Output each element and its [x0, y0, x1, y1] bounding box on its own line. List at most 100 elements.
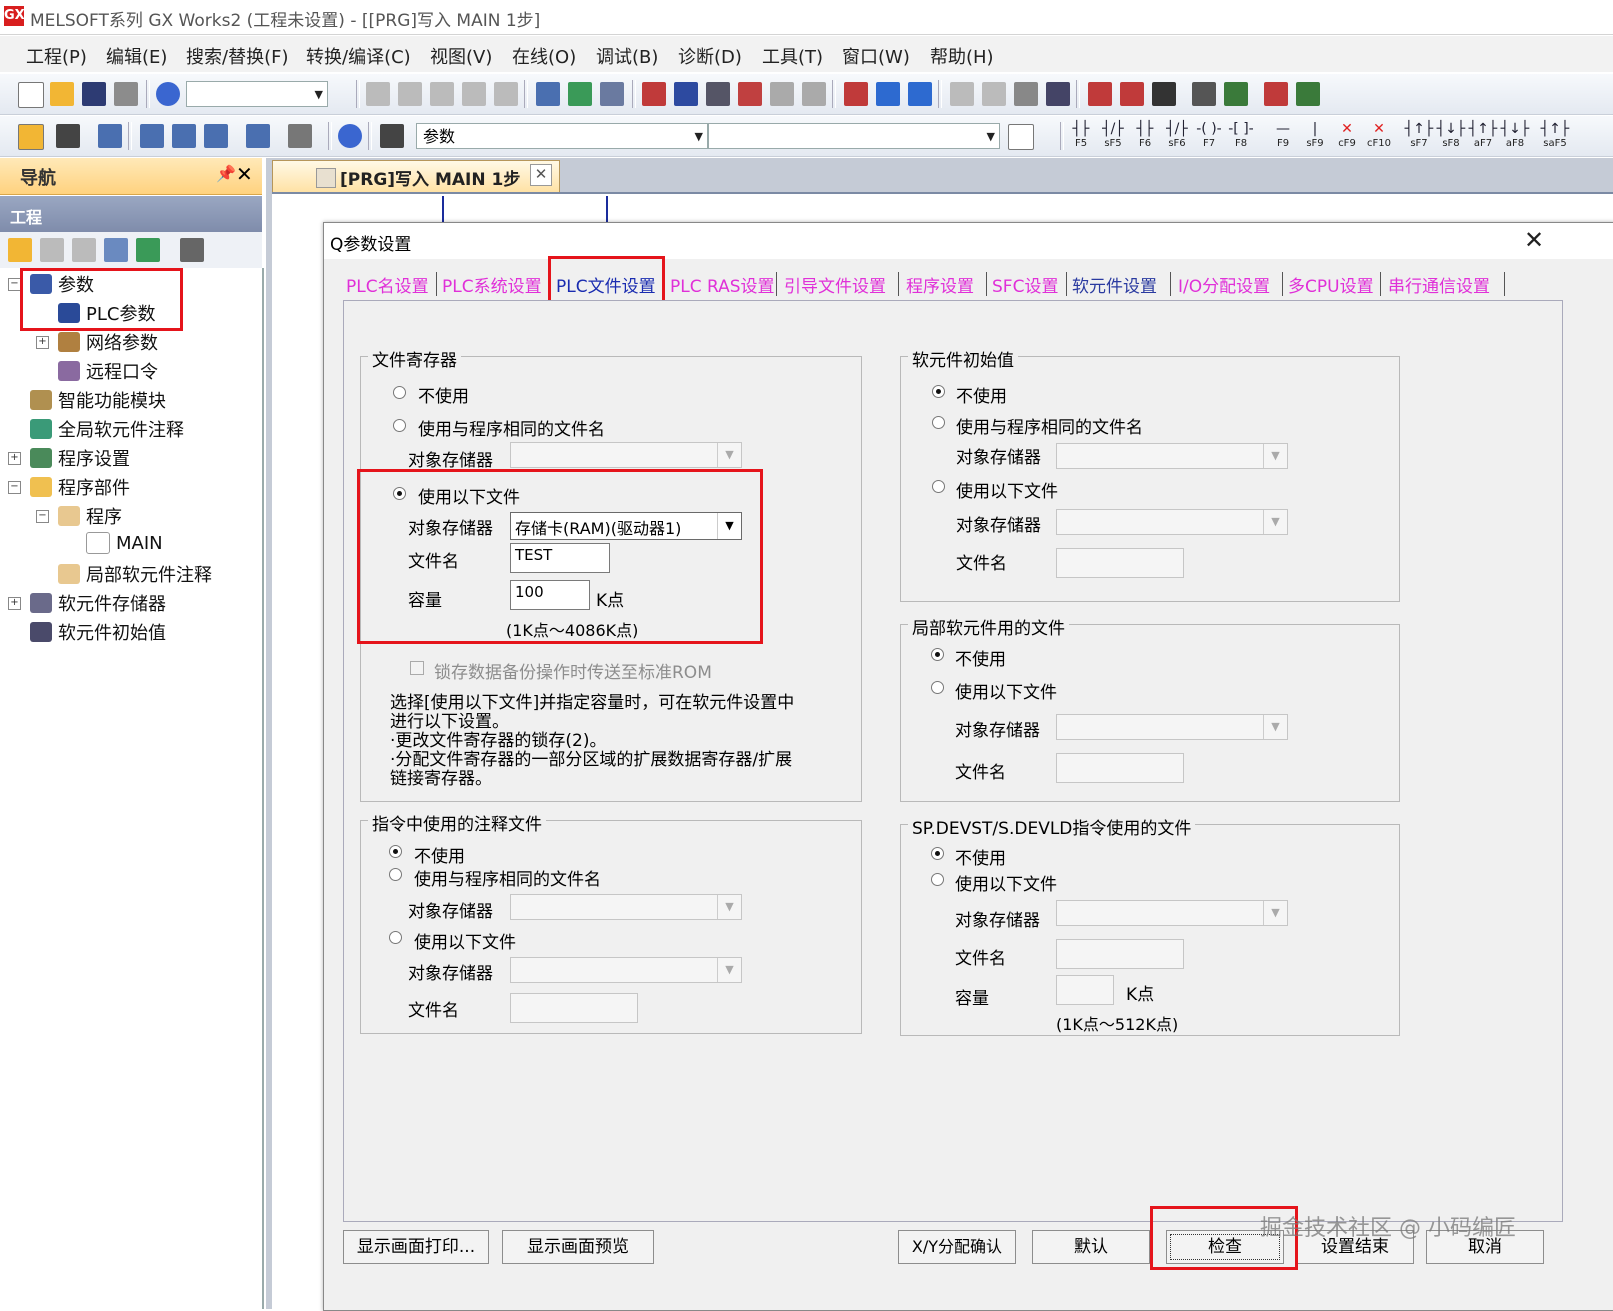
devst-filename-input[interactable] [1056, 939, 1184, 969]
copy-icon[interactable] [398, 82, 422, 106]
expand-device-memory-icon[interactable]: + [8, 597, 21, 610]
new-file-icon[interactable] [18, 82, 44, 108]
help-circle-icon[interactable] [338, 124, 362, 148]
redo-icon[interactable] [494, 82, 518, 106]
file-register-same-name-radio[interactable] [393, 419, 406, 432]
binoculars-icon[interactable] [380, 124, 404, 148]
menu-diagnostics[interactable]: 诊断(D) [678, 43, 742, 69]
refresh-icon[interactable] [136, 238, 160, 262]
partner-list-icon[interactable] [56, 124, 80, 148]
ladder-insert-icon[interactable] [1088, 82, 1112, 106]
window-icon-3[interactable] [1014, 82, 1038, 106]
dev-2-icon[interactable] [172, 124, 196, 148]
dialog-close-icon[interactable]: ✕ [1524, 226, 1544, 254]
tab-io-assignment[interactable]: I/O分配设置 [1178, 272, 1270, 297]
device-batch-icon[interactable] [536, 82, 560, 106]
menu-project[interactable]: 工程(P) [26, 43, 87, 69]
menu-window[interactable]: 窗口(W) [842, 43, 910, 69]
device-test-icon[interactable] [844, 82, 868, 106]
read-from-plc-icon[interactable] [674, 82, 698, 106]
window-icon-1[interactable] [950, 82, 974, 106]
ladder-delete-icon[interactable] [1120, 82, 1144, 106]
fkey-saf5[interactable]: ┤↑├ saF5 [1540, 120, 1570, 154]
menu-view[interactable]: 视图(V) [430, 43, 492, 69]
device-init-use-file-radio[interactable] [932, 480, 945, 493]
fkey-sf8[interactable]: ┤↓├ sF8 [1436, 120, 1466, 154]
navigation-icon[interactable] [18, 124, 44, 150]
device-replace-icon[interactable] [600, 82, 624, 106]
document-tab-close-icon[interactable]: ✕ [530, 164, 552, 186]
menu-help[interactable]: 帮助(H) [930, 43, 994, 69]
preview-screen-button[interactable]: 显示画面预览 [502, 1230, 654, 1264]
open-folder-icon[interactable] [50, 82, 74, 106]
device-init-same-name-radio[interactable] [932, 416, 945, 429]
copy-data-icon[interactable] [40, 238, 64, 262]
monitor-icon[interactable] [738, 82, 762, 106]
element-selection-icon[interactable] [98, 124, 122, 148]
tab-sfc[interactable]: SFC设置 [992, 272, 1058, 297]
tree-options-icon[interactable] [180, 238, 204, 262]
file-register-not-use-radio[interactable] [393, 386, 406, 399]
devst-not-use-radio[interactable] [931, 847, 944, 860]
fkey-cf10[interactable]: ✕ cF10 [1364, 120, 1394, 154]
cut-icon[interactable] [366, 82, 390, 106]
expand-program-icon[interactable]: − [36, 510, 49, 523]
tab-plc-name[interactable]: PLC名设置 [346, 272, 429, 297]
device-init-not-use-radio[interactable] [932, 385, 945, 398]
tree-item-network-parameters[interactable]: 网络参数 [58, 329, 158, 355]
tree-item-program-parts[interactable]: 程序部件 [30, 474, 130, 500]
menu-search-replace[interactable]: 搜索/替换(F) [186, 43, 288, 69]
tree-item-global-comment[interactable]: 全局软元件注释 [30, 416, 184, 442]
fkey-sf5[interactable]: ┤/├ sF5 [1098, 120, 1128, 154]
expand-program-settings-icon[interactable]: + [8, 452, 21, 465]
fkey-cf9[interactable]: ✕ cF9 [1332, 120, 1362, 154]
tree-item-program[interactable]: 程序 [58, 503, 122, 529]
device-search-icon[interactable] [568, 82, 592, 106]
ladder-line-icon[interactable] [1152, 82, 1176, 106]
new-data-icon[interactable] [8, 238, 32, 262]
device-init-memory-dropdown-2[interactable]: ▼ [1056, 509, 1288, 535]
navigation-close-icon[interactable]: ✕ [236, 162, 253, 186]
print-icon[interactable] [114, 82, 138, 106]
pin-icon[interactable]: 📌 [216, 164, 236, 183]
transfer-rom-checkbox[interactable] [410, 661, 424, 675]
device-register-icon[interactable] [876, 82, 900, 106]
comment-same-name-radio[interactable] [389, 868, 402, 881]
fkey-f9[interactable]: — F9 [1268, 120, 1298, 154]
local-not-use-radio[interactable] [931, 648, 944, 661]
tree-item-main[interactable]: MAIN [86, 532, 163, 554]
comment-filename-input[interactable] [510, 993, 638, 1023]
ladder-convert-icon[interactable] [1192, 82, 1216, 106]
xy-assignment-button[interactable]: X/Y分配确认 [898, 1230, 1016, 1264]
find-icon[interactable] [288, 124, 312, 148]
menu-debug[interactable]: 调试(B) [596, 43, 658, 69]
fkey-f5[interactable]: ┤├ F5 [1066, 120, 1096, 154]
ladder-chart-icon[interactable] [1264, 82, 1288, 106]
toolbar-combo-2[interactable]: 参数 ▼ [416, 123, 708, 149]
menu-edit[interactable]: 编辑(E) [106, 43, 167, 69]
search-doc-icon[interactable] [1008, 124, 1034, 150]
tab-serial[interactable]: 串行通信设置 [1388, 272, 1490, 297]
tab-device[interactable]: 软元件设置 [1072, 272, 1157, 297]
local-filename-input[interactable] [1056, 753, 1184, 783]
device-init-filename-input[interactable] [1056, 548, 1184, 578]
fkey-af7[interactable]: ┤↑├ aF7 [1468, 120, 1498, 154]
tree-item-local-comment[interactable]: 局部软元件注释 [58, 561, 212, 587]
tree-item-program-settings[interactable]: 程序设置 [30, 445, 130, 471]
monitor-window-icon[interactable] [1046, 82, 1070, 106]
fkey-sf6[interactable]: ┤/├ sF6 [1162, 120, 1192, 154]
devst-memory-dropdown[interactable]: ▼ [1056, 900, 1288, 926]
ladder-chart2-icon[interactable] [1296, 82, 1320, 106]
file-register-memory-dropdown-1[interactable]: ▼ [510, 442, 742, 468]
ladder-compile-icon[interactable] [1224, 82, 1248, 106]
toolbar-combo-3[interactable]: ▼ [708, 123, 1000, 149]
help-icon[interactable] [156, 82, 180, 106]
toolbar-combo-1[interactable]: ▼ [186, 81, 328, 107]
tree-item-remote-password[interactable]: 远程口令 [58, 358, 158, 384]
print-screen-button[interactable]: 显示画面打印... [343, 1230, 489, 1264]
verify-plc-icon[interactable] [706, 82, 730, 106]
expand-program-parts-icon[interactable]: − [8, 481, 21, 494]
tab-program[interactable]: 程序设置 [906, 272, 974, 297]
comment-memory-dropdown-1[interactable]: ▼ [510, 894, 742, 920]
window-icon-2[interactable] [982, 82, 1006, 106]
